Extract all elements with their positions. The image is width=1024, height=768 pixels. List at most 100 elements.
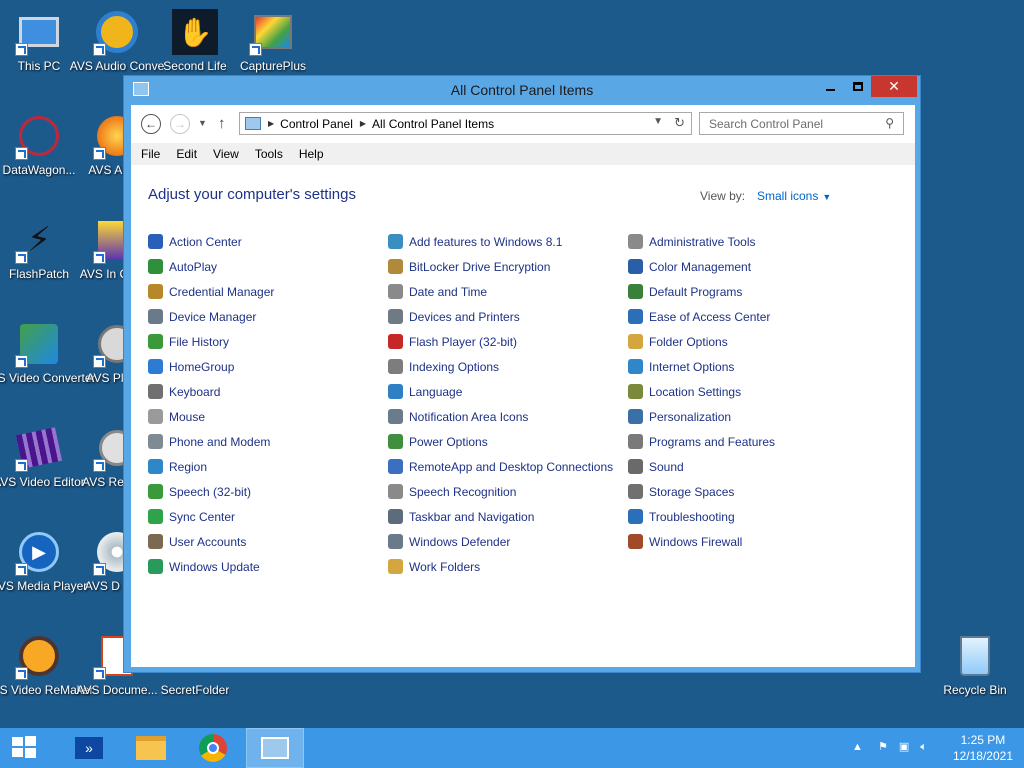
control-panel-item-label: AutoPlay [169,259,218,274]
maximize-button[interactable] [844,76,871,97]
desktop-icon-flashpatch[interactable]: ⚡ FlashPatch [0,216,78,282]
control-panel-item[interactable]: Administrative Tools [628,229,863,254]
clock[interactable]: 1:25 PM 12/18/2021 [953,732,1013,764]
control-panel-item[interactable]: Credential Manager [148,279,383,304]
control-panel-item-label: Windows Defender [409,534,511,549]
control-panel-item[interactable]: Programs and Features [628,429,863,454]
control-panel-item[interactable]: File History [148,329,383,354]
desktop-icon-recycle-bin[interactable]: Recycle Bin [936,632,1014,698]
address-dropdown-icon[interactable]: ▼ [653,116,663,127]
desktop-icon-datawagon[interactable]: DataWagon... [0,112,78,178]
volume-icon[interactable]: 🔈︎ [920,741,927,753]
control-panel-item[interactable]: Color Management [628,254,863,279]
control-panel-item-label: RemoteApp and Desktop Connections [409,459,614,474]
desktop-icon-second-life[interactable]: ✋ Second Life [156,8,234,74]
desktop-icon-avs-video-remaker[interactable]: AVS Video ReMaker [0,632,93,698]
control-panel-item[interactable]: Folder Options [628,329,863,354]
control-panel-item[interactable]: HomeGroup [148,354,383,379]
menu-edit[interactable]: Edit [176,147,197,161]
desktop-icon-avs-video-editor[interactable]: AVS Video Editor [0,424,85,490]
desktop-icon-this-pc[interactable]: This PC [0,8,78,74]
refresh-icon[interactable]: ↻ [674,115,685,131]
control-panel-item[interactable]: AutoPlay [148,254,383,279]
menu-tools[interactable]: Tools [255,147,283,161]
menu-file[interactable]: File [141,147,160,161]
control-panel-item-icon [148,359,163,374]
start-button[interactable] [8,736,40,760]
taskbar-control-panel[interactable] [246,728,304,768]
control-panel-item[interactable]: Internet Options [628,354,863,379]
control-panel-item-label: Work Folders [409,559,481,574]
breadcrumb-all-items[interactable]: All Control Panel Items [372,117,494,131]
control-panel-item[interactable]: Phone and Modem [148,429,383,454]
search-input[interactable]: Search Control Panel ⚲ [699,112,904,135]
control-panel-item[interactable]: BitLocker Drive Encryption [388,254,623,279]
control-panel-item[interactable]: Sync Center [148,504,383,529]
desktop-icon-avs-media-player[interactable]: ▶ AVS Media Player [0,528,87,594]
control-panel-item[interactable]: Keyboard [148,379,383,404]
control-panel-item-label: User Accounts [169,534,247,549]
control-panel-item[interactable]: Date and Time [388,279,623,304]
desktop-icon-captureplus[interactable]: CapturePlus [234,8,312,74]
recent-locations-dropdown[interactable]: ▼ [198,118,207,128]
control-panel-item[interactable]: Location Settings [628,379,863,404]
taskbar-powershell[interactable]: » [60,728,118,768]
network-icon[interactable]: ▣ [899,741,909,753]
taskbar-file-explorer[interactable] [122,728,180,768]
taskbar-chrome[interactable] [184,728,242,768]
control-panel-item[interactable]: Region [148,454,383,479]
control-panel-item-label: Windows Update [169,559,260,574]
breadcrumb-control-panel[interactable]: Control Panel [280,117,353,131]
control-panel-item[interactable]: Windows Firewall [628,529,863,554]
address-bar[interactable]: ▶ Control Panel ▶ All Control Panel Item… [239,112,692,135]
up-button[interactable]: ↑ [218,115,226,132]
control-panel-item[interactable]: Flash Player (32-bit) [388,329,623,354]
control-panel-item[interactable]: Personalization [628,404,863,429]
control-panel-item[interactable]: Mouse [148,404,383,429]
desktop-icon-label: SecretFolder [160,683,230,697]
control-panel-item[interactable]: Storage Spaces [628,479,863,504]
control-panel-item-icon [148,459,163,474]
back-button[interactable]: ← [141,114,161,134]
control-panel-item[interactable]: Windows Update [148,554,383,579]
control-panel-item[interactable]: Action Center [148,229,383,254]
forward-button[interactable]: → [170,114,190,134]
control-panel-item[interactable]: Language [388,379,623,404]
desktop-icon-avs-audio-converter[interactable]: AVS Audio Conve [70,8,164,74]
control-panel-item[interactable]: Work Folders [388,554,623,579]
control-panel-item[interactable]: Device Manager [148,304,383,329]
control-panel-item[interactable]: Notification Area Icons [388,404,623,429]
menu-bar: File Edit View Tools Help [131,143,915,165]
menu-view[interactable]: View [213,147,239,161]
control-panel-item[interactable]: Add features to Windows 8.1 [388,229,623,254]
control-panel-item-icon [148,534,163,549]
close-button[interactable]: ✕ [871,76,917,97]
control-panel-item[interactable]: Sound [628,454,863,479]
control-panel-window: All Control Panel Items ✕ ← → ▼ ↑ ▶ Cont… [123,75,921,673]
minimize-button[interactable] [817,76,844,97]
control-panel-item[interactable]: Speech (32-bit) [148,479,383,504]
view-by-dropdown[interactable]: Small icons ▼ [757,189,831,203]
desktop-icon-avs-video-converter[interactable]: AVS Video Converter [0,320,95,386]
control-panel-item[interactable]: RemoteApp and Desktop Connections [388,454,623,479]
title-bar[interactable]: All Control Panel Items ✕ [124,76,920,105]
control-panel-item[interactable]: Speech Recognition [388,479,623,504]
menu-help[interactable]: Help [299,147,324,161]
show-hidden-icons-icon[interactable]: ▲ [852,741,863,753]
control-panel-item[interactable]: Devices and Printers [388,304,623,329]
control-panel-item[interactable]: Indexing Options [388,354,623,379]
control-panel-item[interactable]: Troubleshooting [628,504,863,529]
flashpatch-icon: ⚡ [15,216,63,264]
control-panel-item[interactable]: Default Programs [628,279,863,304]
control-panel-item[interactable]: Taskbar and Navigation [388,504,623,529]
close-icon: ✕ [888,78,900,94]
control-panel-item[interactable]: Windows Defender [388,529,623,554]
control-panel-item[interactable]: User Accounts [148,529,383,554]
control-panel-item-label: Folder Options [649,334,728,349]
control-panel-item-label: Add features to Windows 8.1 [409,234,563,249]
search-icon[interactable]: ⚲ [885,116,894,130]
control-panel-item-icon [628,284,643,299]
control-panel-item[interactable]: Ease of Access Center [628,304,863,329]
control-panel-item[interactable]: Power Options [388,429,623,454]
action-center-flag-icon[interactable]: ⚑ [878,741,888,753]
